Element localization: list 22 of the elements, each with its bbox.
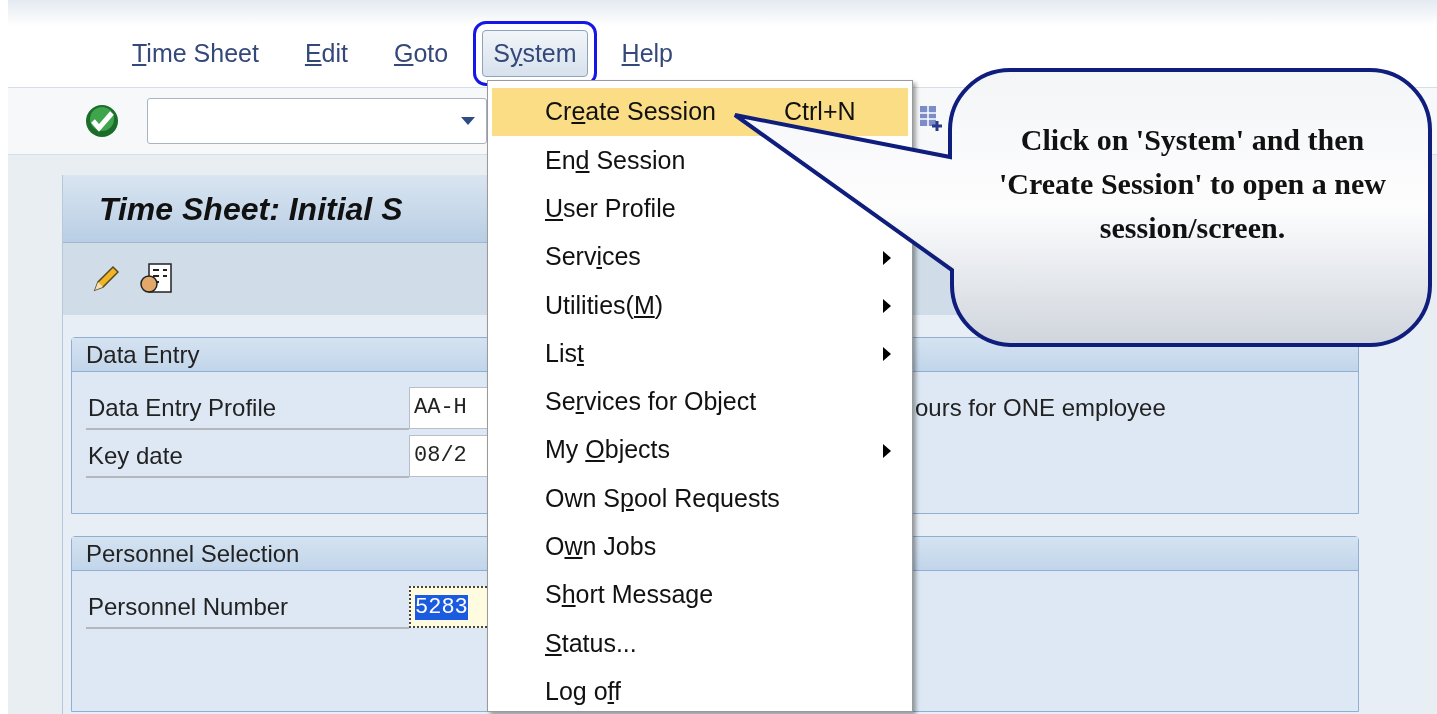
check-icon[interactable]: [85, 104, 119, 138]
menu-entry[interactable]: Services: [492, 232, 908, 282]
shortcut-label: Ctrl+N: [784, 96, 856, 128]
menu-entry[interactable]: Log off: [492, 667, 908, 714]
menu-entry[interactable]: Services for Object: [492, 377, 908, 427]
callout-text: Click on 'System' and then 'Create Session' to open a new session/screen.: [998, 122, 1387, 246]
command-field[interactable]: [147, 98, 487, 144]
menu-item[interactable]: Help: [609, 28, 686, 79]
menu-entry[interactable]: My Objects: [492, 426, 908, 475]
menu-item[interactable]: Goto: [382, 28, 461, 79]
menu-entry[interactable]: Utilities(M): [492, 281, 908, 330]
dropdown-arrow-icon[interactable]: [461, 117, 475, 125]
menu-item[interactable]: Time Sheet: [120, 28, 271, 79]
document-icon[interactable]: [139, 262, 173, 296]
menu-item[interactable]: Edit: [292, 28, 360, 79]
menu-entry[interactable]: Create Session Ctrl+N: [492, 88, 908, 137]
pencil-icon[interactable]: [91, 264, 121, 294]
menu-entry[interactable]: Status...: [492, 619, 908, 668]
grid-plus-icon[interactable]: [918, 104, 942, 132]
menu-entry[interactable]: Short Message: [492, 570, 908, 620]
field-description: ours for ONE employee: [915, 393, 1166, 423]
menu-entry[interactable]: Own Spool Requests: [492, 474, 908, 523]
